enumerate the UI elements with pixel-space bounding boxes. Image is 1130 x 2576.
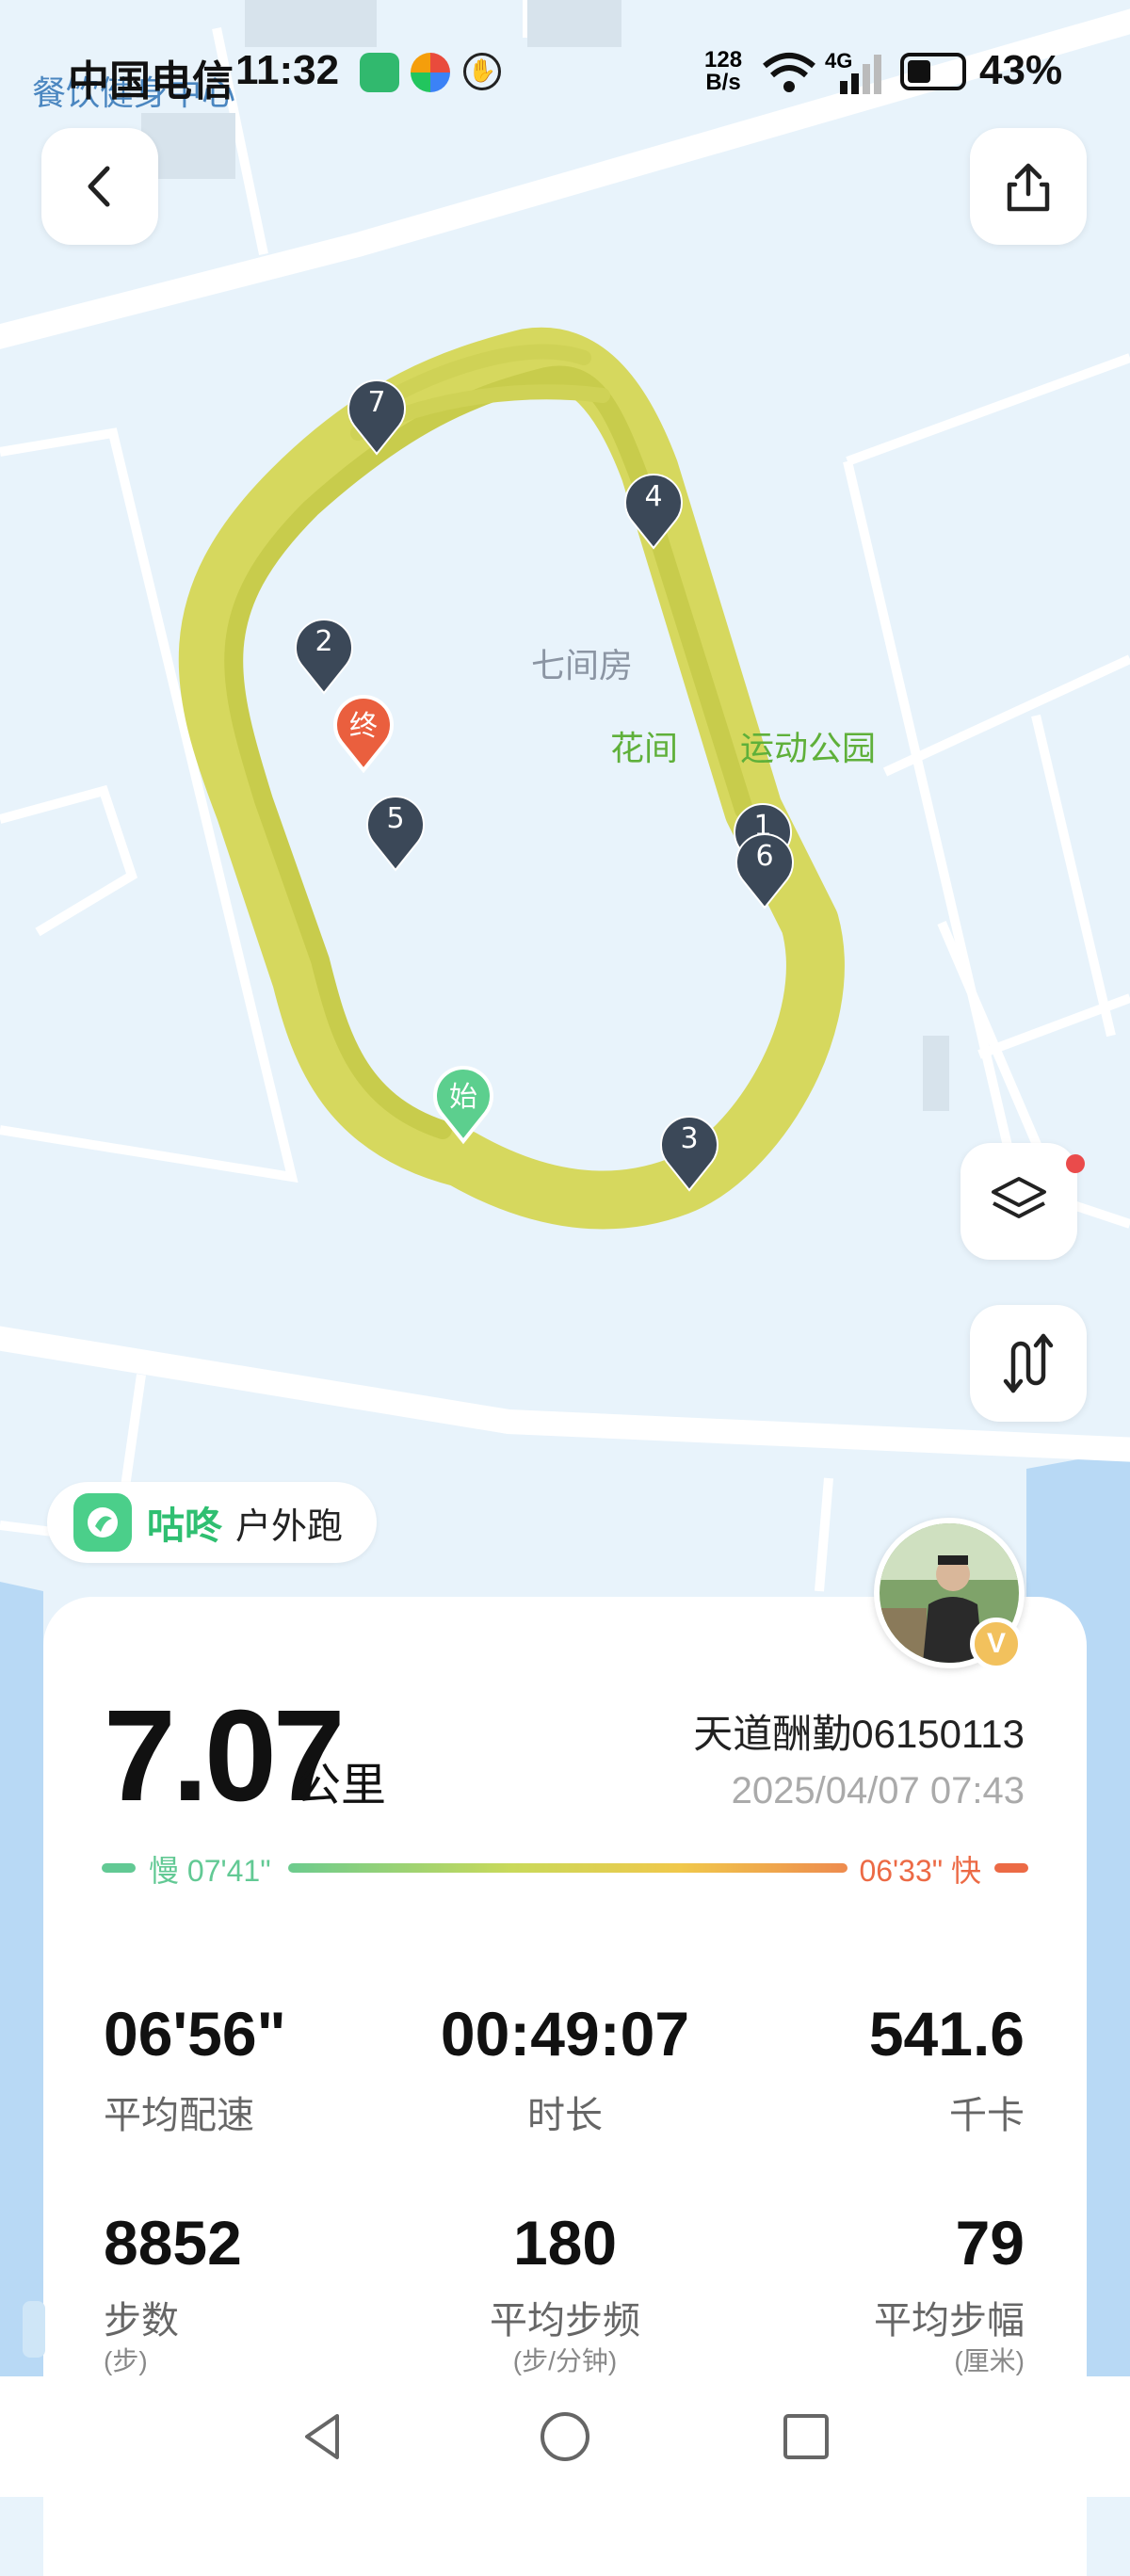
nav-home-icon[interactable] bbox=[537, 2408, 593, 2465]
route-icon bbox=[1003, 1333, 1054, 1393]
km-marker-7[interactable]: 7 bbox=[343, 373, 411, 458]
calories-label: 千卡 bbox=[949, 2095, 1025, 2136]
run-datetime: 2025/04/07 07:43 bbox=[731, 1770, 1025, 1811]
pace-range-bar: 慢 07'41" 06'33" 快 bbox=[102, 1847, 1028, 1889]
net-speed-unit: B/s bbox=[705, 70, 741, 95]
km-marker-2[interactable]: 2 bbox=[290, 612, 358, 697]
place-label: 七间房 bbox=[531, 646, 634, 684]
km-marker-6[interactable]: 6 bbox=[731, 827, 799, 911]
duration-value: 00:49:07 bbox=[440, 1999, 690, 2069]
route-replay-button[interactable] bbox=[970, 1305, 1087, 1422]
duration-label: 时长 bbox=[527, 2095, 603, 2136]
end-marker[interactable]: 终 bbox=[330, 689, 397, 774]
distance-unit: 公里 bbox=[296, 1761, 387, 1811]
park-label-part2: 运动公园 bbox=[740, 729, 877, 767]
back-chevron-icon bbox=[88, 166, 110, 207]
layers-notification-dot bbox=[1066, 1154, 1085, 1173]
stride-value: 79 bbox=[955, 2208, 1025, 2278]
system-nav-bar bbox=[0, 2376, 1130, 2497]
slowest-pace-label: 慢 07'41" bbox=[149, 1854, 271, 1888]
activity-type: 户外跑 bbox=[235, 1506, 344, 1547]
km-marker-label: 6 bbox=[755, 840, 774, 873]
pace-gradient bbox=[288, 1863, 848, 1873]
app-notification-icon bbox=[360, 53, 399, 92]
fastest-pace-label: 06'33" 快 bbox=[859, 1854, 981, 1888]
brand-chip: 咕咚 户外跑 bbox=[47, 1482, 377, 1563]
km-marker-label: 3 bbox=[680, 1122, 699, 1155]
end-marker-label: 终 bbox=[349, 710, 378, 743]
brand-name: 咕咚 bbox=[147, 1505, 222, 1547]
share-icon bbox=[1007, 163, 1050, 212]
map-layers-button[interactable] bbox=[960, 1143, 1077, 1260]
fast-pace-dot bbox=[994, 1863, 1028, 1873]
km-marker-3[interactable]: 3 bbox=[655, 1109, 723, 1194]
carrier-name: 中国电信 bbox=[68, 58, 234, 105]
share-button[interactable] bbox=[970, 128, 1087, 245]
username[interactable]: 天道酬勤06150113 bbox=[693, 1702, 1025, 1760]
start-marker-label: 始 bbox=[449, 1081, 477, 1114]
steps-unit: (步) bbox=[104, 2346, 148, 2375]
status-bar: 餐饮健身中心 中国电信 11:32 ✋ 128 B/s 4G 43% bbox=[0, 0, 1130, 141]
km-marker-label: 7 bbox=[367, 386, 386, 419]
slow-pace-dot bbox=[102, 1863, 136, 1873]
layers-icon bbox=[992, 1177, 1046, 1218]
back-button[interactable] bbox=[41, 128, 158, 245]
cadence-label: 平均步频 bbox=[490, 2300, 640, 2342]
hand-icon: ✋ bbox=[463, 53, 501, 90]
steps-label: 步数 bbox=[104, 2300, 179, 2342]
nav-recents-icon[interactable] bbox=[778, 2408, 834, 2465]
cadence-value: 180 bbox=[512, 2208, 618, 2278]
app-notification-icon-2 bbox=[411, 53, 450, 92]
avg-pace-value: 06'56" bbox=[104, 1999, 286, 2069]
km-marker-5[interactable]: 5 bbox=[362, 789, 429, 874]
net-speed-value: 128 bbox=[704, 47, 743, 72]
verified-badge: V bbox=[970, 1618, 1023, 1670]
calories-value: 541.6 bbox=[868, 1999, 1025, 2069]
clock-time: 11:32 bbox=[235, 47, 340, 93]
net-speed: 128 B/s bbox=[704, 49, 742, 94]
km-marker-label: 2 bbox=[315, 625, 333, 658]
stride-label: 平均步幅 bbox=[874, 2300, 1025, 2342]
water-area bbox=[0, 1582, 43, 2376]
signal-icon bbox=[840, 55, 881, 94]
park-label-part1: 花间 bbox=[610, 729, 679, 767]
battery-percent: 43% bbox=[979, 47, 1063, 93]
km-marker-label: 5 bbox=[386, 802, 405, 835]
battery-icon bbox=[900, 53, 966, 90]
steps-value: 8852 bbox=[104, 2208, 242, 2278]
km-marker-label: 4 bbox=[644, 480, 663, 513]
codoon-logo-icon bbox=[73, 1493, 132, 1552]
avg-pace-label: 平均配速 bbox=[104, 2095, 254, 2136]
wifi-icon bbox=[763, 53, 815, 92]
stride-unit: (厘米) bbox=[954, 2346, 1025, 2375]
nav-back-icon[interactable] bbox=[296, 2408, 352, 2465]
start-marker[interactable]: 始 bbox=[429, 1060, 497, 1145]
side-handle[interactable] bbox=[23, 2301, 45, 2358]
cadence-unit: (步/分钟) bbox=[512, 2346, 618, 2375]
km-marker-4[interactable]: 4 bbox=[620, 467, 687, 552]
